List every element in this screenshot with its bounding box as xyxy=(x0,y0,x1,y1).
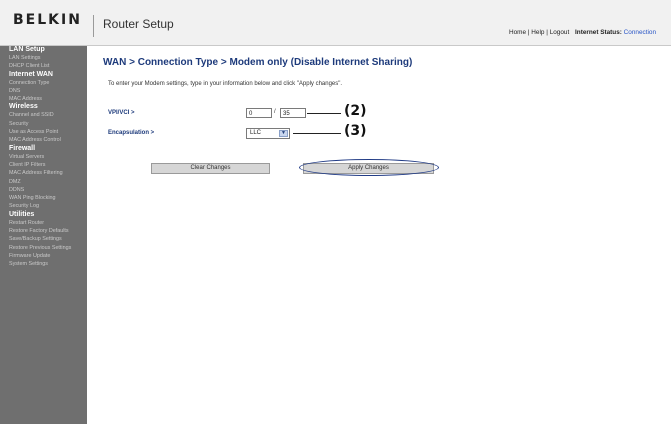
link-separator: | xyxy=(546,29,548,36)
page-title: WAN > Connection Type > Modem only (Disa… xyxy=(103,57,413,68)
clear-changes-button[interactable]: Clear Changes xyxy=(151,163,270,174)
sidebar-item-channel-and-ssid[interactable]: Channel and SSID xyxy=(0,111,87,119)
sidebar-item-security-log[interactable]: Security Log xyxy=(0,202,87,210)
sidebar-item-client-ip-filters[interactable]: Client IP Filters xyxy=(0,161,87,169)
sidebar-item-mac-address-control[interactable]: MAC Address Control xyxy=(0,136,87,144)
sidebar-item-security[interactable]: Security xyxy=(0,120,87,128)
vci-input[interactable]: 35 xyxy=(280,108,306,118)
sidebar-nav: LAN Setup LAN Settings DHCP Client List … xyxy=(0,46,87,424)
sidebar-item-dmz[interactable]: DMZ xyxy=(0,178,87,186)
callout-label: (2) xyxy=(344,103,367,119)
sidebar-section-firewall[interactable]: Firewall xyxy=(0,145,87,153)
sidebar-item-use-as-access-point[interactable]: Use as Access Point xyxy=(0,128,87,136)
vpivci-label: VPI/VCI > xyxy=(108,110,135,116)
sidebar-item-lan-settings[interactable]: LAN Settings xyxy=(0,54,87,62)
internet-status-label: Internet Status: xyxy=(575,29,622,36)
sidebar-item-restore-previous-settings[interactable]: Restore Previous Settings xyxy=(0,244,87,252)
home-link[interactable]: Home xyxy=(509,29,526,36)
sidebar-item-ddns[interactable]: DDNS xyxy=(0,186,87,194)
main-content: WAN > Connection Type > Modem only (Disa… xyxy=(87,46,671,424)
sidebar-item-wan-ping-blocking[interactable]: WAN Ping Blocking xyxy=(0,194,87,202)
callout-leader-line xyxy=(293,133,341,134)
sidebar-item-system-settings[interactable]: System Settings xyxy=(0,260,87,268)
link-separator: | xyxy=(527,29,530,36)
sidebar-item-connection-type[interactable]: Connection Type xyxy=(0,79,87,87)
callout-label: (3) xyxy=(344,123,367,139)
sidebar-item-mac-address-filtering[interactable]: MAC Address Filtering xyxy=(0,169,87,177)
sidebar-item-mac-address[interactable]: MAC Address xyxy=(0,95,87,103)
sidebar-item-virtual-servers[interactable]: Virtual Servers xyxy=(0,153,87,161)
sidebar-item-restart-router[interactable]: Restart Router xyxy=(0,219,87,227)
sidebar-item-save-backup-settings[interactable]: Save/Backup Settings xyxy=(0,235,87,243)
header-divider xyxy=(93,15,94,37)
intro-text: To enter your Modem settings, type in yo… xyxy=(108,81,343,87)
sidebar-item-firmware-update[interactable]: Firmware Update xyxy=(0,252,87,260)
encapsulation-select[interactable]: LLC ▼ xyxy=(246,128,290,139)
belkin-logo: BELKIN xyxy=(13,12,82,28)
chevron-down-icon[interactable]: ▼ xyxy=(279,130,288,137)
header-links: Home | Help | Logout Internet Status: Co… xyxy=(509,29,656,36)
encapsulation-label: Encapsulation > xyxy=(108,130,155,136)
sidebar-item-dns[interactable]: DNS xyxy=(0,87,87,95)
sidebar-item-restore-factory-defaults[interactable]: Restore Factory Defaults xyxy=(0,227,87,235)
sidebar-item-dhcp-client-list[interactable]: DHCP Client List xyxy=(0,62,87,70)
vpi-input[interactable]: 0 xyxy=(246,108,272,118)
sidebar-section-internet-wan[interactable]: Internet WAN xyxy=(0,71,87,79)
logout-link[interactable]: Logout xyxy=(550,29,570,36)
vpivci-separator: / xyxy=(274,109,276,115)
sidebar-section-lan-setup[interactable]: LAN Setup xyxy=(0,46,87,54)
encapsulation-value: LLC xyxy=(250,130,262,136)
callout-leader-line xyxy=(307,113,341,114)
sidebar-section-wireless[interactable]: Wireless xyxy=(0,103,87,111)
internet-status-value: Connection xyxy=(623,29,657,36)
apply-highlight-ellipse xyxy=(299,159,439,176)
header: BELKIN Router Setup Home | Help | Logout… xyxy=(0,0,671,46)
sidebar-section-utilities[interactable]: Utilities xyxy=(0,211,87,219)
help-link[interactable]: Help xyxy=(531,29,544,36)
header-title: Router Setup xyxy=(103,17,174,31)
